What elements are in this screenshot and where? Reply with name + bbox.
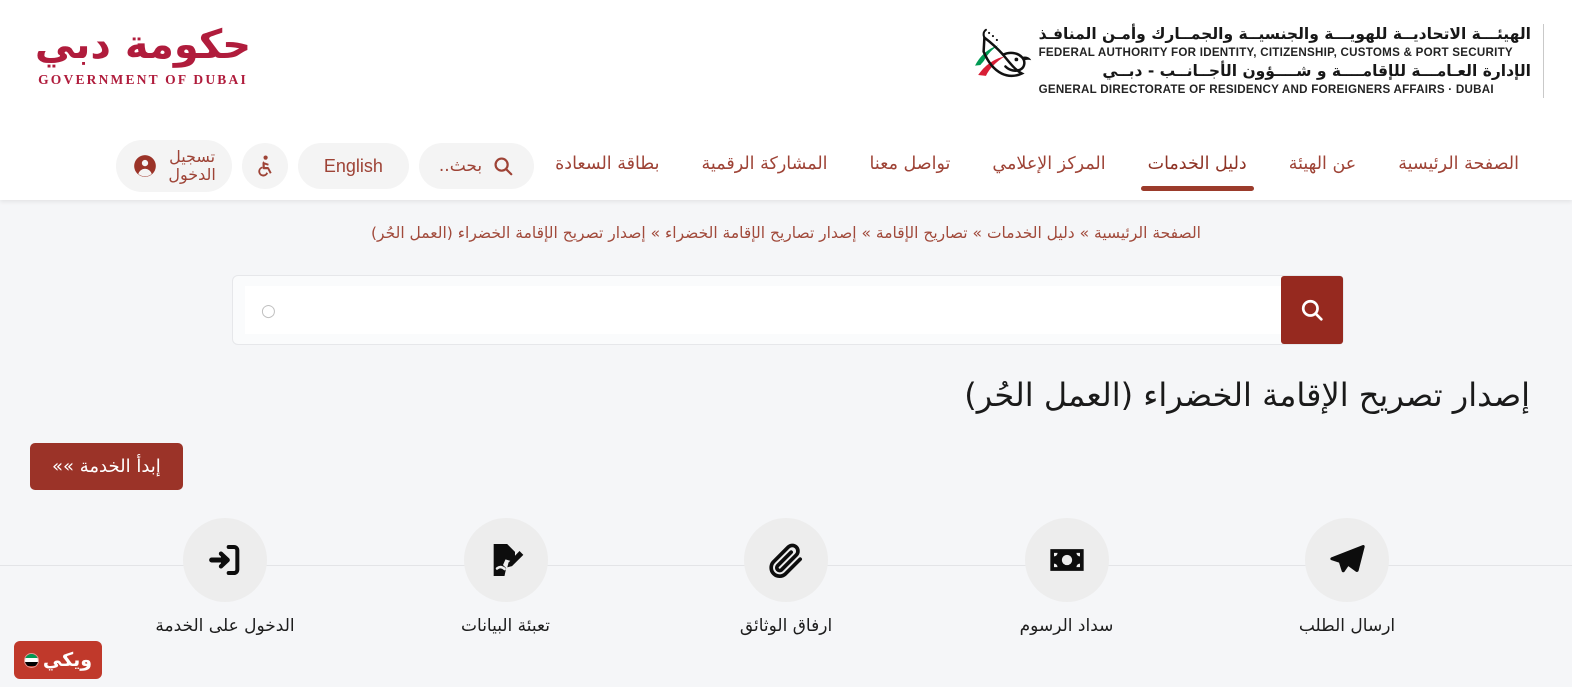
step-icon-circle [463, 518, 548, 603]
page-root: حكومة دبي GOVERNMENT OF DUBAI الهيئـــة … [0, 0, 1572, 687]
government-of-dubai-english-text: GOVERNMENT OF DUBAI [38, 72, 248, 87]
government-of-dubai-arabic-script: حكومة دبي [34, 22, 252, 68]
nav-item-home[interactable]: الصفحة الرئيسية [1377, 148, 1540, 185]
nav-item-happiness-card[interactable]: بطاقة السعادة [534, 148, 680, 185]
service-search-box [232, 275, 1344, 346]
page-title: إصدار تصريح الإقامة الخضراء (العمل الحُر… [964, 376, 1530, 415]
logo-row: حكومة دبي GOVERNMENT OF DUBAI الهيئـــة … [0, 0, 1572, 132]
service-search-submit-button[interactable] [1281, 276, 1343, 345]
step-icon-circle [1305, 518, 1389, 603]
search-toggle-label: بحث.. [438, 156, 483, 176]
nav-item-about[interactable]: عن الهيئة [1268, 148, 1378, 185]
nav-item-contact-us[interactable]: تواصل معنا [849, 148, 972, 185]
step-attach-documents[interactable]: ارفاق الوثائق [701, 518, 871, 636]
site-header: حكومة دبي GOVERNMENT OF DUBAI الهيئـــة … [0, 0, 1572, 200]
step-label: الدخول على الخدمة [155, 616, 295, 637]
accessibility-button[interactable] [241, 143, 288, 189]
federal-authority-english-line-1: FEDERAL AUTHORITY FOR IDENTITY, CITIZENS… [1038, 45, 1513, 59]
step-access-service[interactable]: الدخول على الخدمة [140, 518, 310, 636]
step-icon-circle [1024, 518, 1109, 603]
breadcrumb[interactable]: الصفحة الرئيسية » دليل الخدمات » تصاريح … [30, 222, 1542, 245]
federal-authority-arabic-line-1: الهيئـــة الاتحاديــة للهويـــة والجنسيـ… [1038, 24, 1531, 43]
step-label: ارفاق الوثائق [739, 616, 833, 637]
user-account-icon [132, 153, 158, 179]
uae-flag-icon [23, 652, 39, 668]
breadcrumb-container: الصفحة الرئيسية » دليل الخدمات » تصاريح … [0, 200, 1572, 245]
paperclip-attachment-icon [766, 540, 806, 580]
step-label: سداد الرسوم [1019, 616, 1114, 637]
federal-authority-arabic-line-2: الإدارة العـامـــة للإقامــــة و شــــؤو… [1102, 62, 1531, 80]
service-search-input[interactable] [245, 286, 1281, 335]
paper-plane-send-icon [1327, 540, 1367, 580]
federal-authority-english-line-2: GENERAL DIRECTORATE OF RESIDENCY AND FOR… [1038, 82, 1494, 96]
government-of-dubai-logo[interactable]: حكومة دبي GOVERNMENT OF DUBAI [28, 24, 258, 88]
document-edit-icon [486, 540, 526, 580]
login-button[interactable]: تسجيل الدخول [116, 140, 232, 192]
nav-tools-group: بحث.. English تسجيل الدخول [116, 140, 535, 192]
service-search-area [0, 275, 1572, 346]
step-label: تعبئة البيانات [461, 616, 550, 637]
search-toggle-button[interactable]: بحث.. [418, 143, 535, 189]
main-navigation: الصفحة الرئيسية عن الهيئة دليل الخدمات ا… [0, 132, 1572, 200]
nav-items-group: الصفحة الرئيسية عن الهيئة دليل الخدمات ا… [534, 148, 1540, 191]
step-icon-circle [183, 518, 267, 603]
banknote-payment-icon [1047, 540, 1087, 580]
falcon-emblem-icon [961, 22, 1039, 100]
federal-authority-text-block: الهيئـــة الاتحاديــة للهويـــة والجنسيـ… [1038, 23, 1544, 99]
step-label: ارسال الطلب [1298, 616, 1396, 637]
step-send-request[interactable]: ارسال الطلب [1262, 518, 1432, 636]
login-arrow-icon [205, 540, 245, 580]
wheelchair-accessibility-icon [253, 154, 277, 178]
language-switch-button[interactable]: English [297, 143, 409, 189]
step-icon-circle [744, 518, 828, 603]
search-icon [1299, 297, 1325, 323]
language-switch-label: English [323, 155, 383, 176]
wiki-watermark-badge: ويكي [14, 641, 102, 679]
nav-item-media-center[interactable]: المركز الإعلامي [971, 148, 1126, 185]
login-label: تسجيل الدخول [168, 146, 216, 184]
nav-item-services-guide[interactable]: دليل الخدمات [1127, 148, 1268, 191]
federal-authority-logo[interactable]: الهيئـــة الاتحاديــة للهويـــة والجنسيـ… [961, 22, 1550, 100]
cta-container: إبدأ الخدمة »» [0, 417, 1572, 491]
nav-item-digital-participation[interactable]: المشاركة الرقمية [681, 148, 849, 185]
service-steps: ارسال الطلب سداد الرسوم ارفاق الوثائق تع… [0, 518, 1572, 636]
step-fill-data[interactable]: تعبئة البيانات [421, 518, 591, 636]
wiki-watermark-text: ويكي [42, 648, 93, 671]
search-icon [492, 155, 514, 177]
step-pay-fees[interactable]: سداد الرسوم [982, 518, 1152, 636]
start-service-button[interactable]: إبدأ الخدمة »» [30, 442, 183, 491]
